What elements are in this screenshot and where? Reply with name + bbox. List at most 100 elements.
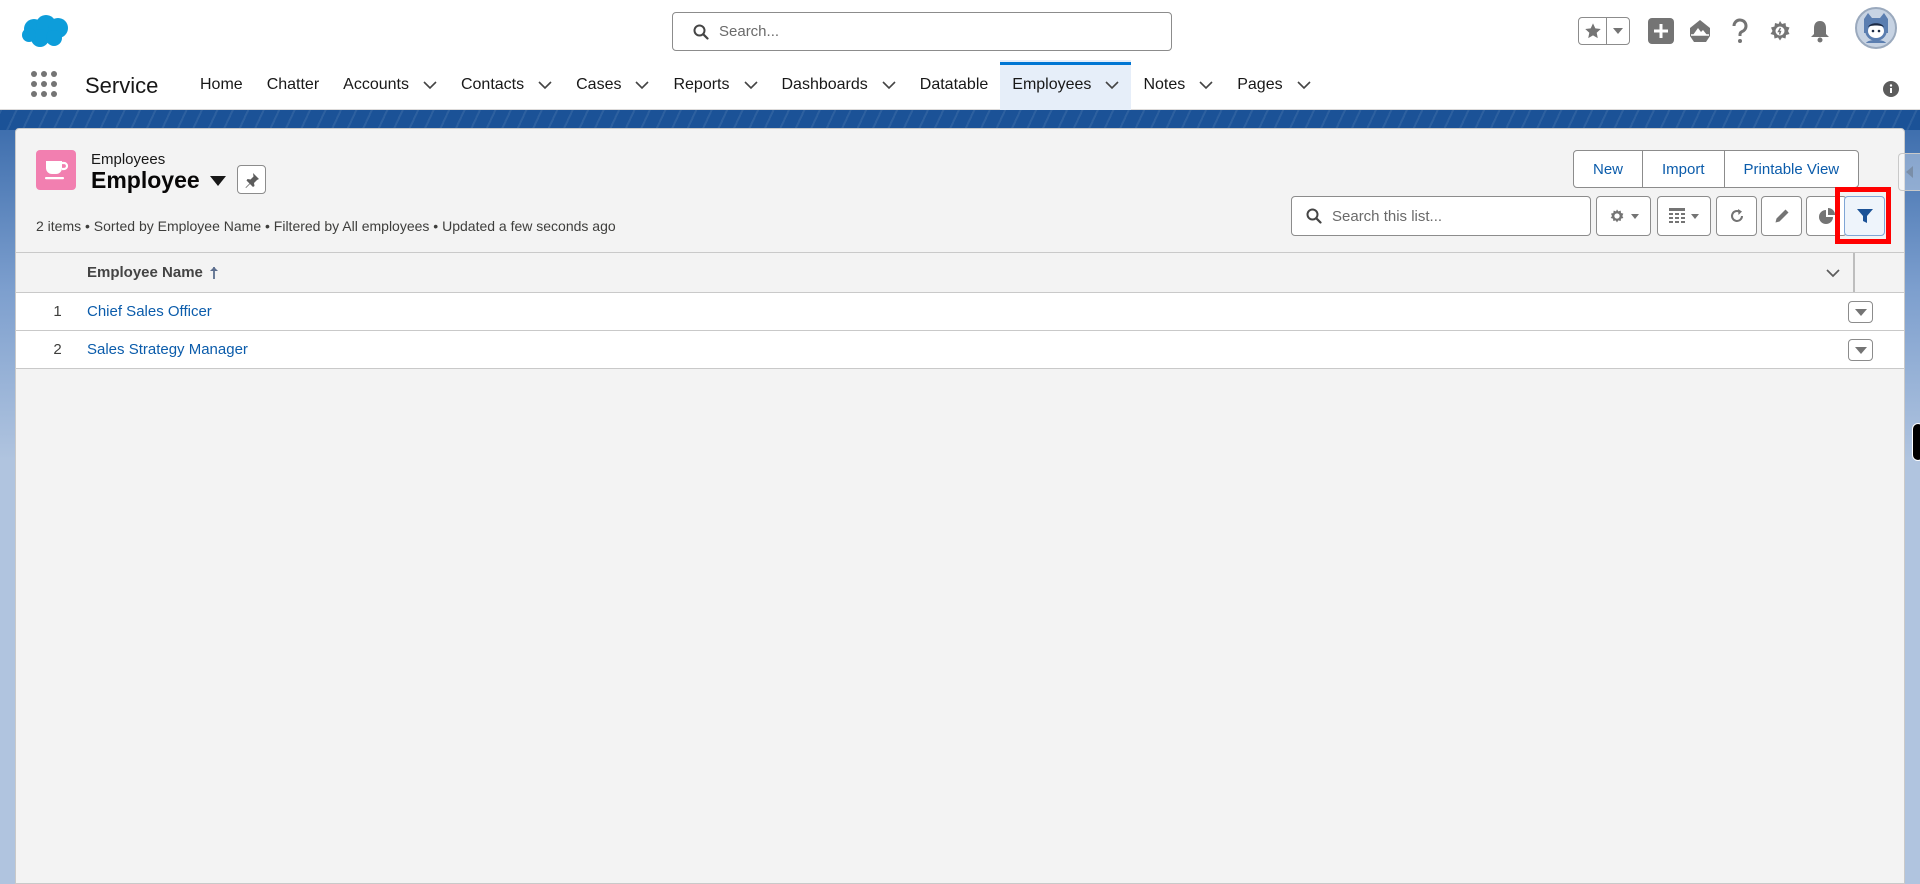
- charts-button[interactable]: [1806, 196, 1847, 236]
- column-header-label: Employee Name: [87, 264, 203, 281]
- employee-object-icon: [36, 150, 76, 190]
- caret-down-icon: [1854, 346, 1867, 354]
- new-button[interactable]: New: [1574, 151, 1644, 187]
- global-search[interactable]: [672, 12, 1172, 51]
- nav-item-label: Contacts: [460, 76, 525, 93]
- chevron-down-icon[interactable]: [743, 78, 758, 92]
- row-number: 2: [53, 341, 62, 358]
- user-avatar[interactable]: [1855, 7, 1897, 49]
- sort-ascending-icon: [209, 266, 218, 279]
- chevron-down-icon[interactable]: [635, 78, 650, 92]
- nav-item-label: Dashboards: [781, 76, 868, 93]
- help-question-icon: [1732, 18, 1748, 43]
- object-label: Employees: [91, 151, 166, 168]
- favorites-menu-button[interactable]: [1607, 18, 1629, 44]
- nav-item-home[interactable]: Home: [188, 60, 255, 110]
- row-actions-button[interactable]: [1848, 301, 1873, 323]
- app-name: Service: [85, 73, 159, 98]
- favorites-star-button[interactable]: [1579, 18, 1607, 44]
- nav-item-label: Accounts: [343, 76, 409, 93]
- global-search-input[interactable]: [719, 23, 1139, 40]
- gear-icon: [1610, 209, 1623, 223]
- guidance-center-button[interactable]: [1687, 18, 1713, 44]
- brand-banner: [0, 110, 1920, 130]
- app-nav-bar: Service Home Chatter Accounts Contacts C…: [0, 60, 1920, 110]
- import-button[interactable]: Import: [1643, 151, 1725, 187]
- nav-item-notes[interactable]: Notes: [1131, 60, 1225, 110]
- employee-name-link[interactable]: Chief Sales Officer: [87, 303, 212, 320]
- list-view-controls-button[interactable]: [1596, 196, 1651, 236]
- list-view-meta: 2 items • Sorted by Employee Name • Filt…: [36, 218, 616, 234]
- search-icon: [1306, 208, 1322, 224]
- pie-chart-icon: [1818, 208, 1835, 224]
- list-view-card: Employees Employee 2 items • Sorted by E…: [15, 128, 1905, 884]
- favorites-group: [1578, 17, 1630, 45]
- nav-item-chatter[interactable]: Chatter: [255, 60, 331, 110]
- pin-list-view-button[interactable]: [237, 165, 266, 194]
- nav-item-pages[interactable]: Pages: [1225, 60, 1322, 110]
- search-icon: [693, 24, 709, 40]
- row-actions-button[interactable]: [1848, 339, 1873, 361]
- actions-header: [1855, 253, 1904, 292]
- table-header-row: Employee Name: [16, 252, 1904, 293]
- edge-handle[interactable]: [1912, 423, 1920, 461]
- help-button[interactable]: [1727, 18, 1753, 44]
- display-as-button[interactable]: [1657, 196, 1711, 236]
- employee-name-link[interactable]: Sales Strategy Manager: [87, 341, 248, 358]
- nav-item-label: Reports: [673, 76, 730, 93]
- caret-down-icon: [1691, 213, 1699, 219]
- row-number-header: [16, 253, 87, 292]
- caret-down-icon: [1613, 28, 1623, 34]
- list-search-input[interactable]: [1332, 207, 1572, 225]
- caret-down-icon: [1630, 213, 1639, 219]
- row-number: 1: [53, 303, 62, 320]
- chevron-down-icon[interactable]: [1199, 78, 1213, 92]
- gear-icon: [1770, 21, 1790, 41]
- nav-item-label: Home: [200, 76, 243, 93]
- nav-item-dashboards[interactable]: Dashboards: [770, 60, 908, 110]
- global-header: [0, 0, 1920, 60]
- list-view-title[interactable]: Employee: [91, 167, 226, 194]
- nav-item-contacts[interactable]: Contacts: [449, 60, 564, 110]
- pencil-icon: [1775, 209, 1788, 223]
- bell-icon: [1811, 21, 1829, 43]
- coffee-cup-icon: [45, 161, 69, 180]
- column-header-employee-name[interactable]: Employee Name: [87, 253, 1855, 292]
- nav-item-accounts[interactable]: Accounts: [331, 60, 449, 110]
- nav-item-employees[interactable]: Employees: [1000, 60, 1132, 110]
- filters-button[interactable]: [1844, 196, 1885, 236]
- filter-funnel-icon: [1856, 209, 1873, 223]
- chevron-down-icon[interactable]: [1297, 78, 1311, 92]
- pin-icon: [245, 172, 259, 188]
- nav-item-reports[interactable]: Reports: [661, 60, 769, 110]
- app-launcher-icon[interactable]: [30, 70, 58, 98]
- nav-item-cases[interactable]: Cases: [564, 60, 661, 110]
- table-icon: [1669, 208, 1685, 223]
- chevron-left-icon: [1905, 166, 1913, 178]
- nav-item-label: Notes: [1143, 76, 1186, 93]
- global-actions-button[interactable]: [1648, 18, 1674, 44]
- notifications-button[interactable]: [1807, 18, 1833, 44]
- salesforce-logo-icon[interactable]: [20, 13, 72, 49]
- edit-list-button[interactable]: [1761, 196, 1802, 236]
- printable-view-button[interactable]: Printable View: [1725, 151, 1859, 187]
- chevron-down-icon[interactable]: [1825, 266, 1841, 280]
- chevron-down-icon[interactable]: [882, 78, 896, 92]
- star-icon: [1584, 23, 1601, 39]
- list-view-switcher-caret-icon[interactable]: [209, 175, 226, 187]
- refresh-button[interactable]: [1716, 196, 1757, 236]
- list-search[interactable]: [1291, 196, 1591, 236]
- plus-icon: [1648, 18, 1674, 44]
- astro-avatar-icon: [1864, 13, 1888, 43]
- chevron-down-icon[interactable]: [538, 78, 552, 92]
- nav-item-label: Employees: [1012, 76, 1092, 93]
- setup-button[interactable]: [1767, 18, 1793, 44]
- chevron-down-icon[interactable]: [423, 78, 437, 92]
- list-actions-group: New Import Printable View: [1573, 150, 1860, 188]
- employee-list-table: Employee Name 1 Chief Sales Officer 2 Sa…: [16, 252, 1904, 369]
- nav-item-label: Chatter: [266, 76, 320, 93]
- info-icon[interactable]: [1883, 81, 1899, 97]
- side-panel-toggle[interactable]: [1898, 153, 1920, 191]
- chevron-down-icon[interactable]: [1105, 78, 1120, 92]
- nav-item-datatable[interactable]: Datatable: [908, 60, 1001, 110]
